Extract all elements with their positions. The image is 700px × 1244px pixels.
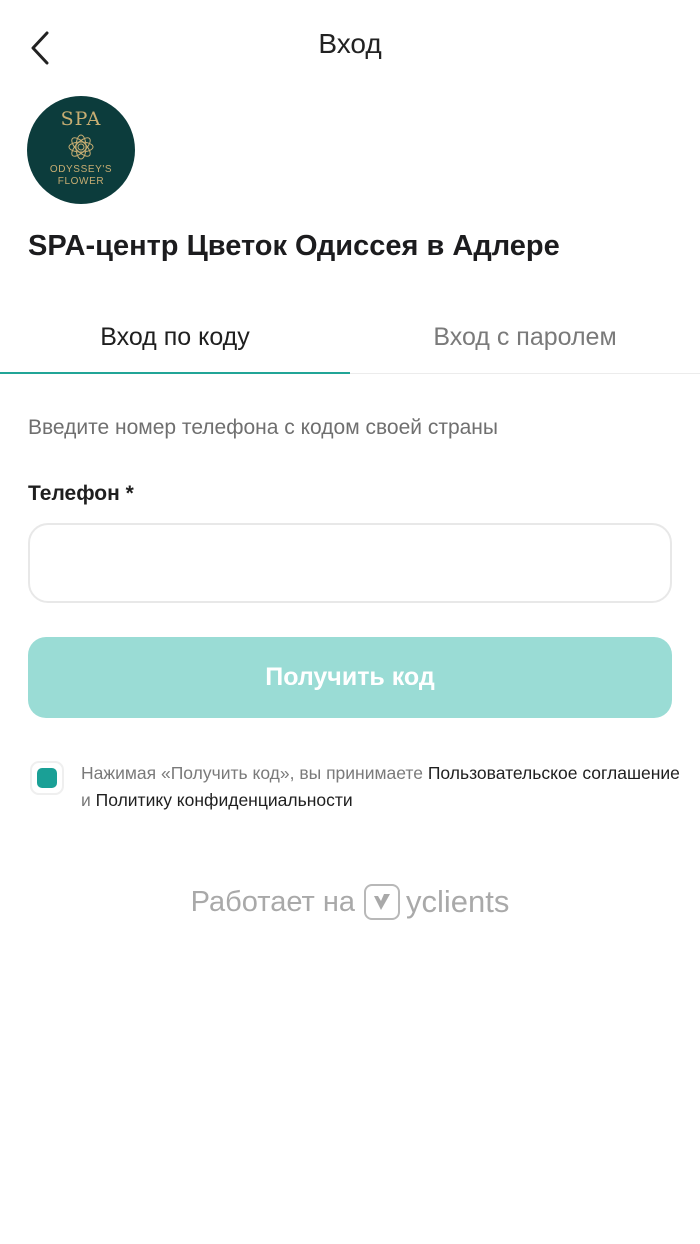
powered-by: Работает на yclients xyxy=(0,880,700,924)
company-name: SPA-центр Цветок Одиссея в Адлере xyxy=(28,230,560,262)
flower-icon xyxy=(68,134,94,160)
yclients-logo-icon xyxy=(363,884,400,920)
login-tabs: Вход по коду Вход с паролем xyxy=(0,300,700,374)
yclients-brand: yclients xyxy=(405,884,510,919)
agreement-checkbox[interactable] xyxy=(30,761,64,795)
yclients-check-icon xyxy=(373,894,390,910)
tab-login-with-password[interactable]: Вход с паролем xyxy=(350,300,700,374)
get-code-button[interactable]: Получить код xyxy=(28,637,672,718)
company-logo: SPA ODYSSEY'S FLOWER xyxy=(27,96,135,204)
phone-label: Телефон * xyxy=(28,482,134,505)
phone-hint: Введите номер телефона с кодом своей стр… xyxy=(28,416,498,439)
phone-input[interactable] xyxy=(28,523,672,603)
powered-by-text: Работает на xyxy=(190,885,355,918)
privacy-policy-link[interactable]: Политику конфиденциальности xyxy=(96,790,353,810)
agreement-prefix: Нажимая «Получить код», вы принимаете xyxy=(81,763,428,783)
login-screen: Вход SPA ODYSSEY'S FLOWER SPA-центр Цвет… xyxy=(0,0,700,1244)
logo-text-odysseys: ODYSSEY'S xyxy=(49,164,113,175)
page-title: Вход xyxy=(318,28,382,59)
logo-text-flower: FLOWER xyxy=(57,176,105,187)
agreement-conjunction: и xyxy=(81,790,96,810)
logo-spa-text: SPA xyxy=(60,108,102,130)
header: Вход xyxy=(0,0,700,96)
tab-login-by-code[interactable]: Вход по коду xyxy=(0,300,350,374)
terms-link[interactable]: Пользовательское соглашение xyxy=(428,763,680,783)
active-tab-indicator xyxy=(0,372,350,374)
agreement-text: Нажимая «Получить код», вы принимаете По… xyxy=(81,760,681,814)
checkbox-checked-mark xyxy=(37,768,57,788)
